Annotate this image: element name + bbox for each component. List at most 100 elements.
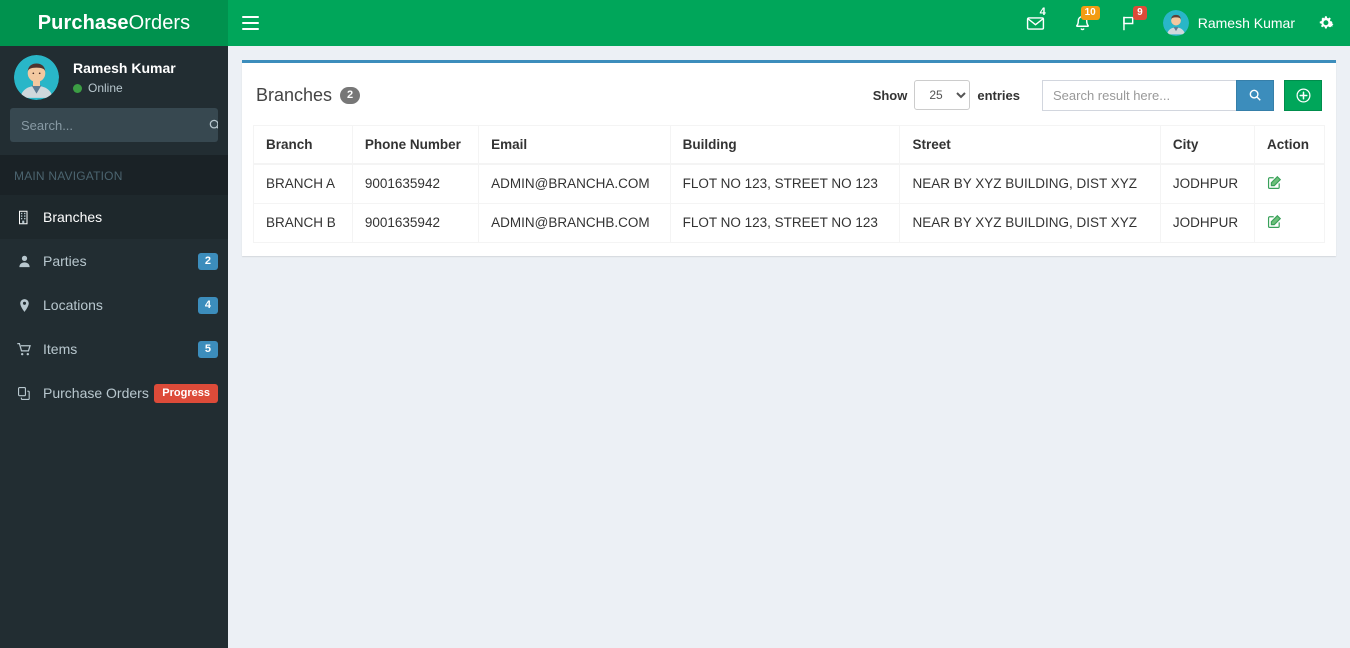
navbar-right-menu: 4 10 9 Ramesh Kumar: [1012, 0, 1350, 46]
sidebar-label-items: Items: [43, 341, 78, 357]
main-header: Purchase Orders 4 10 9 Ramesh Kumar: [0, 0, 1350, 46]
notifications-badge: 10: [1080, 6, 1100, 20]
cell-city: JODHPUR: [1159, 202, 1256, 243]
table-row: BRANCH B 9001635942 ADMIN@BRANCHB.COM FL…: [253, 202, 1325, 243]
cell-building: FLOT NO 123, STREET NO 123: [669, 163, 901, 204]
edit-branch-button[interactable]: [1267, 214, 1282, 229]
sidebar-badge-items: 5: [197, 340, 218, 358]
logo-text-bold: Purchase: [37, 11, 129, 34]
cell-street: NEAR BY XYZ BUILDING, DIST XYZ: [899, 202, 1161, 243]
table-body: BRANCH A 9001635942 ADMIN@BRANCHA.COM FL…: [253, 163, 1325, 243]
box-body: Branch Phone Number Email Building Stree…: [242, 125, 1336, 256]
sidebar-badge-locations: 4: [197, 296, 218, 314]
column-header-branch[interactable]: Branch: [253, 125, 353, 165]
online-status-icon: [73, 83, 82, 93]
shopping-cart-icon: [17, 342, 39, 357]
app-logo[interactable]: Purchase Orders: [0, 0, 228, 46]
avatar-small: [1162, 10, 1189, 36]
sidebar-user-name: Ramesh Kumar: [73, 60, 176, 76]
pencil-square-icon: [1268, 214, 1282, 228]
sidebar-item-purchase-orders[interactable]: Purchase Orders Progress: [0, 371, 228, 415]
notifications-menu-button[interactable]: 10: [1059, 0, 1106, 46]
sidebar-label-branches: Branches: [43, 209, 103, 225]
top-navbar: 4 10 9 Ramesh Kumar: [228, 0, 1350, 46]
table-row: BRANCH A 9001635942 ADMIN@BRANCHA.COM FL…: [253, 163, 1325, 204]
cell-action: [1254, 202, 1325, 243]
sidebar-label-locations: Locations: [43, 297, 103, 313]
branch-count-badge: 2: [340, 86, 361, 104]
messages-menu-button[interactable]: 4: [1012, 0, 1059, 46]
table-header-row: Branch Phone Number Email Building Stree…: [253, 125, 1325, 165]
sidebar-link-items[interactable]: Items 5: [0, 327, 228, 371]
copy-icon: [17, 386, 39, 401]
box-header: Branches 2 Show 25 entries: [242, 63, 1336, 125]
branches-table: Branch Phone Number Email Building Stree…: [253, 125, 1325, 243]
table-head: Branch Phone Number Email Building Stree…: [253, 125, 1325, 165]
add-branch-button[interactable]: [1284, 79, 1322, 111]
sidebar-user-status-label: Online: [88, 81, 123, 95]
plus-circle-icon: [1296, 88, 1310, 102]
table-search-button[interactable]: [1236, 79, 1274, 111]
building-icon: [17, 210, 39, 225]
sidebar-link-branches[interactable]: Branches: [0, 195, 228, 239]
entries-label: entries: [977, 87, 1020, 103]
sidebar-search-input[interactable]: [10, 108, 208, 142]
cell-building: FLOT NO 123, STREET NO 123: [669, 202, 901, 243]
column-header-building[interactable]: Building: [669, 125, 901, 165]
sidebar-item-parties[interactable]: Parties 2: [0, 239, 228, 283]
avatar-large: [14, 54, 59, 100]
column-header-email[interactable]: Email: [478, 125, 671, 165]
show-label: Show: [872, 87, 908, 103]
sidebar-search-form: [10, 108, 218, 142]
control-sidebar-button[interactable]: [1308, 0, 1344, 46]
cell-phone: 9001635942: [351, 163, 480, 204]
column-header-city[interactable]: City: [1159, 125, 1256, 165]
sidebar-item-items[interactable]: Items 5: [0, 327, 228, 371]
sidebar-badge-purchase-orders: Progress: [154, 383, 218, 403]
logo-text-light: Orders: [128, 11, 191, 34]
sidebar-label-purchase-orders: Purchase Orders: [43, 385, 149, 401]
map-marker-icon: [17, 298, 39, 313]
user-account-menu[interactable]: Ramesh Kumar: [1153, 0, 1308, 46]
sidebar-item-locations[interactable]: Locations 4: [0, 283, 228, 327]
hamburger-icon: [241, 12, 259, 34]
content-wrapper: Branches 2 Show 25 entries Search result…: [228, 46, 1350, 648]
edit-branch-button[interactable]: [1267, 175, 1282, 190]
user-icon: [17, 254, 39, 269]
sidebar-link-parties[interactable]: Parties 2: [0, 239, 228, 283]
cell-phone: 9001635942: [351, 202, 480, 243]
box-title-text: Branches: [256, 84, 333, 105]
branches-box: Branches 2 Show 25 entries Search result…: [242, 60, 1336, 256]
column-header-phone[interactable]: Phone Number: [351, 125, 480, 165]
left-sidebar: Ramesh Kumar Online MAIN NAVIGATION: [0, 46, 228, 648]
cell-street: NEAR BY XYZ BUILDING, DIST XYZ: [899, 163, 1161, 204]
cell-email: ADMIN@BRANCHB.COM: [478, 202, 671, 243]
table-search-group: [1042, 79, 1322, 111]
sidebar-link-purchase-orders[interactable]: Purchase Orders Progress: [0, 371, 228, 415]
cell-action: [1254, 163, 1325, 204]
sidebar-search-button[interactable]: [208, 108, 218, 142]
sidebar-badge-parties: 2: [197, 252, 218, 270]
tasks-menu-button[interactable]: 9: [1106, 0, 1153, 46]
cell-email: ADMIN@BRANCHA.COM: [478, 163, 671, 204]
sidebar-link-locations[interactable]: Locations 4: [0, 283, 228, 327]
cell-city: JODHPUR: [1159, 163, 1256, 204]
sidebar-user-panel: Ramesh Kumar Online: [0, 46, 228, 108]
sidebar-item-branches[interactable]: Branches: [0, 195, 228, 239]
cell-branch: BRANCH A: [253, 163, 353, 204]
header-user-name: Ramesh Kumar: [1197, 15, 1295, 31]
box-tools: Show 25 entries: [872, 79, 1322, 111]
app-root: Purchase Orders 4 10 9 Ramesh Kumar Rame…: [0, 0, 1350, 648]
search-icon: [209, 119, 218, 129]
cell-branch: BRANCH B: [253, 202, 353, 243]
search-icon: [1249, 89, 1261, 101]
table-search-input[interactable]: [1042, 79, 1236, 111]
gears-icon: [1319, 16, 1334, 29]
messages-badge: 4: [1039, 6, 1046, 18]
entries-per-page-select[interactable]: 25: [914, 80, 971, 110]
page-title: Branches 2: [256, 84, 361, 106]
tasks-badge: 9: [1133, 6, 1147, 20]
column-header-street[interactable]: Street: [899, 125, 1161, 165]
column-header-action: Action: [1254, 125, 1325, 165]
sidebar-toggle-button[interactable]: [228, 0, 272, 46]
